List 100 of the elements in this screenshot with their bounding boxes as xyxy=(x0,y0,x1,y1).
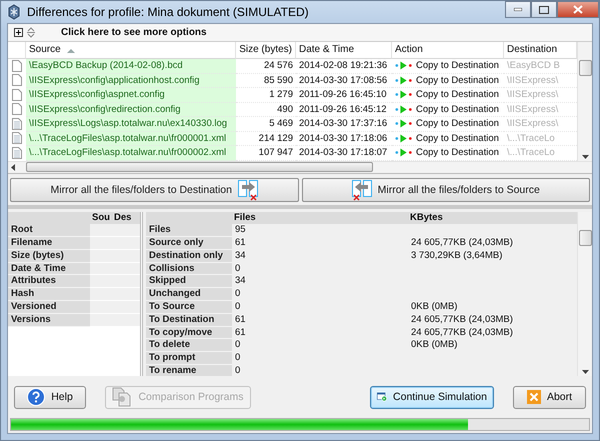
table-cell xyxy=(112,250,140,263)
table-cell: \IISExpress\config\aspnet.config xyxy=(26,88,236,102)
scroll-left-icon[interactable] xyxy=(11,164,15,170)
file-icon xyxy=(12,60,22,72)
horizontal-scrollbar[interactable] xyxy=(8,160,592,172)
scroll-thumb[interactable] xyxy=(26,162,373,172)
text-file-icon xyxy=(12,118,22,130)
scroll-thumb[interactable] xyxy=(578,60,592,76)
mirror-right-icon xyxy=(238,178,258,200)
row-label: Date & Time xyxy=(8,262,90,276)
table-cell: 2011-09-26 16:45:10 xyxy=(296,88,392,102)
close-icon xyxy=(526,390,541,404)
copy-right-icon xyxy=(395,148,413,158)
vertical-scrollbar[interactable] xyxy=(577,212,592,376)
documents-icon xyxy=(112,387,132,407)
options-bar[interactable]: Click here to see more options xyxy=(8,24,592,42)
files-count: 0 xyxy=(234,301,240,312)
maximize-button[interactable] xyxy=(531,1,557,18)
table-cell: 2014-03-30 17:08:56 xyxy=(296,74,392,88)
column-header[interactable]: Source xyxy=(26,42,236,59)
row-label: To prompt xyxy=(146,352,232,366)
copy-right-icon xyxy=(395,76,413,85)
copy-right-icon xyxy=(395,104,413,114)
continue-button[interactable]: Continue Simulation xyxy=(370,386,494,408)
copy-right-icon xyxy=(395,61,413,70)
file-icon xyxy=(12,103,22,116)
table-cell: 2014-02-08 19:21:36 xyxy=(296,59,392,74)
maximize-icon xyxy=(539,6,549,14)
row-label: Unchanged xyxy=(146,288,232,302)
table-cell: 85 590 xyxy=(236,74,296,88)
options-label: Click here to see more options xyxy=(61,27,207,38)
file-icon xyxy=(12,74,22,86)
table-cell: \IISExpress\Logs\asp.totalwar.nu\ex140330.log xyxy=(26,117,236,132)
column-header[interactable]: Action xyxy=(392,42,504,59)
row-label: To Source xyxy=(146,301,232,314)
table-cell xyxy=(112,275,140,288)
copy-right-icon xyxy=(395,134,413,143)
table-cell xyxy=(112,224,140,238)
table-cell xyxy=(90,288,112,302)
table-cell xyxy=(112,237,140,250)
table-cell xyxy=(112,301,140,314)
row-label: Files xyxy=(146,224,232,238)
row-label: Root xyxy=(8,224,90,238)
copy-right-icon xyxy=(395,90,413,100)
scroll-down-icon[interactable] xyxy=(582,154,588,158)
files-count: 34 xyxy=(234,250,246,261)
table-cell: 490 xyxy=(236,102,296,117)
row-label: Versioned xyxy=(8,301,90,314)
action-text: Copy to Destination xyxy=(416,74,499,87)
table-cell: \EasyBCD Backup (2014-02-08).bcd xyxy=(26,59,236,74)
action-text: Copy to Destination xyxy=(416,88,499,102)
row-label: Size (bytes) xyxy=(8,250,90,263)
table-cell: 214 129 xyxy=(236,132,296,146)
size-value: 24 605,77KB (24,03MB) xyxy=(410,237,513,248)
table-cell xyxy=(90,301,112,314)
window-title: Differences for profile: Mina dokument (SIMULATED) xyxy=(27,5,310,19)
expand-icon[interactable] xyxy=(14,28,23,37)
text-file-icon xyxy=(12,132,22,144)
table-cell xyxy=(90,314,112,327)
row-label: To copy/move xyxy=(146,326,232,340)
row-label: Versions xyxy=(8,314,90,327)
help-icon xyxy=(27,388,46,406)
vertical-scrollbar[interactable] xyxy=(577,42,592,160)
row-label: To Destination xyxy=(146,314,232,327)
table-cell: 2011-09-26 16:45:12 xyxy=(296,102,392,117)
table-cell: 2014-03-30 17:37:16 xyxy=(296,117,392,132)
size-value: 0KB (0MB) xyxy=(410,301,458,312)
table-cell: \...\TraceLogFiles\asp.totalwar.nu\fr000002.xml xyxy=(26,146,236,160)
scroll-down-icon[interactable] xyxy=(582,370,588,374)
sort-up-icon xyxy=(66,48,75,52)
minimize-button[interactable] xyxy=(505,1,531,18)
row-label: Source only xyxy=(146,237,232,250)
column-header: Sou xyxy=(90,212,112,224)
mirror-button[interactable]: Mirror all the files/folders to Destination xyxy=(10,178,298,202)
app-icon xyxy=(7,4,21,20)
table-cell xyxy=(90,224,112,238)
mirror-button[interactable]: Mirror all the files/folders to Source xyxy=(302,178,590,202)
action-text: Copy to Destination xyxy=(416,132,499,145)
files-count: 61 xyxy=(234,326,246,338)
column-header[interactable]: Date & Time xyxy=(296,42,392,59)
files-count: 0 xyxy=(234,288,240,300)
column-header[interactable]: Destination xyxy=(504,42,577,59)
close-button[interactable] xyxy=(557,1,599,18)
action-text: Copy to Destination xyxy=(416,102,499,116)
help-button[interactable]: Help xyxy=(14,386,86,408)
table-cell: 1 279 xyxy=(236,88,296,102)
table-cell xyxy=(112,288,140,302)
table-cell: 2014-03-30 17:18:06 xyxy=(296,132,392,146)
row-label: Filename xyxy=(8,237,90,250)
size-value: 0KB (0MB) xyxy=(410,339,458,350)
copy-right-icon xyxy=(395,119,413,128)
abort-button[interactable]: Abort xyxy=(513,386,586,408)
row-label: Hash xyxy=(8,288,90,302)
column-header[interactable]: Size (bytes) xyxy=(236,42,296,59)
files-count: 0 xyxy=(234,365,240,376)
column-header: KBytes xyxy=(408,212,577,224)
scroll-thumb[interactable] xyxy=(578,230,592,246)
table-cell xyxy=(112,314,140,327)
table-cell: \...\TraceLogFiles\asp.totalwar.nu\fr000001.xml xyxy=(26,132,236,146)
files-count: 0 xyxy=(234,339,240,350)
